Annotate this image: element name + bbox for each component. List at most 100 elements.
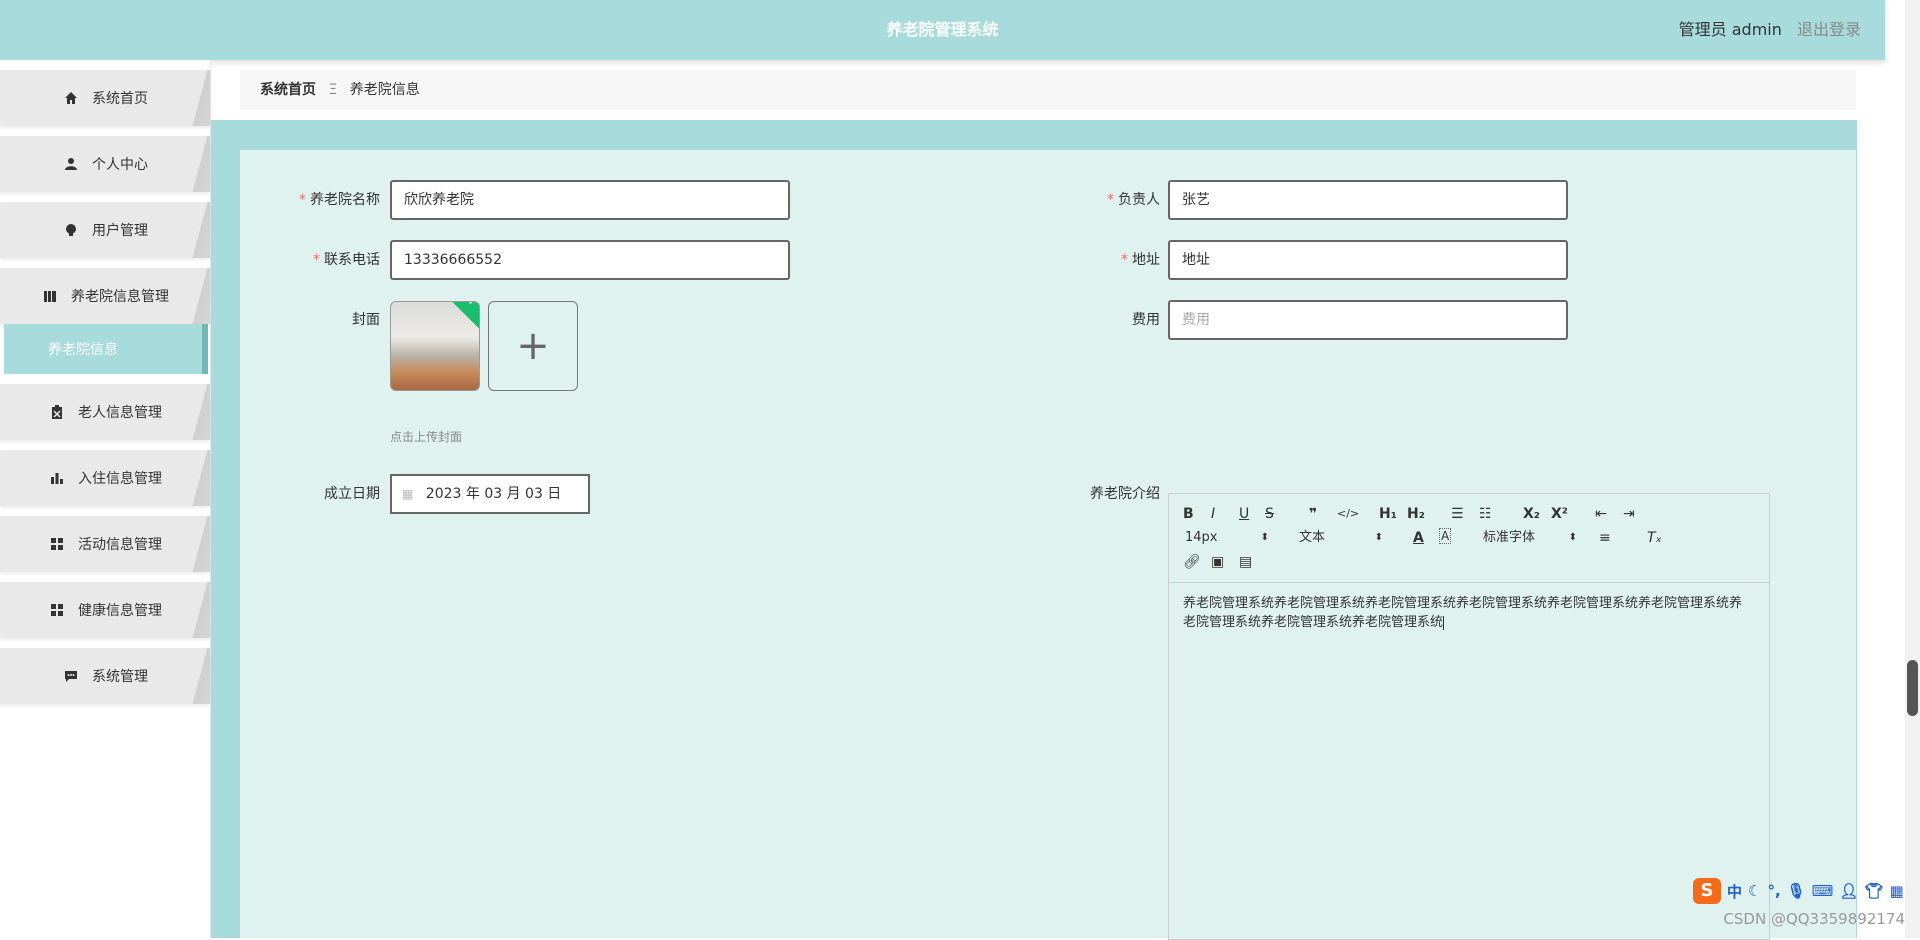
sidebar-item-system[interactable]: 系统管理 <box>0 648 210 704</box>
scrollbar-thumb[interactable] <box>1907 660 1918 716</box>
page-scrollbar[interactable] <box>1905 0 1920 938</box>
breadcrumb-separator: Ξ <box>328 82 338 98</box>
clipboard-icon <box>48 404 66 420</box>
grid-icon <box>48 602 66 618</box>
founded-date-picker[interactable]: ▦ 2023 年 03 月 03 日 <box>390 474 590 514</box>
grid-icon <box>48 536 66 552</box>
underline-button[interactable]: U <box>1239 504 1249 524</box>
breadcrumb-current: 养老院信息 <box>349 82 420 98</box>
sidebar-item-label: 系统管理 <box>92 669 148 685</box>
breadcrumb-home[interactable]: 系统首页 <box>260 82 316 98</box>
blockquote-icon[interactable]: ❞ <box>1309 504 1317 524</box>
bar-chart-icon <box>48 470 66 486</box>
sidebar-item-label: 活动信息管理 <box>78 537 162 553</box>
cover-image-thumbnail[interactable]: ✓ <box>390 301 480 391</box>
select-arrow-icon: ⬍ <box>1374 532 1383 543</box>
breadcrumb: 系统首页 Ξ 养老院信息 <box>260 70 420 110</box>
italic-button[interactable]: I <box>1211 504 1215 524</box>
code-icon[interactable]: </> <box>1337 504 1359 524</box>
bold-button[interactable]: B <box>1183 504 1194 524</box>
skin-icon[interactable]: 👕︎ <box>1864 882 1883 900</box>
phone-input[interactable]: 13336666552 <box>390 240 790 280</box>
message-icon <box>62 668 80 684</box>
select-arrow-icon: ⬍ <box>1568 532 1577 543</box>
check-icon: ✓ <box>467 301 477 309</box>
intro-text: 养老院管理系统养老院管理系统养老院管理系统养老院管理系统养老院管理系统养老院管理… <box>1183 596 1743 630</box>
ime-toolbar: S 中 ☾ °, 🎙︎ ⌨ 👤︎ 👕︎ ▦ <box>1693 878 1904 904</box>
strikethrough-button[interactable]: S <box>1265 504 1274 524</box>
cover-upload-hint: 点击上传封面 <box>390 430 463 444</box>
bulb-icon <box>62 222 80 238</box>
microphone-icon[interactable]: 🎙︎ <box>1787 882 1806 900</box>
phone-label: * 联系电话 <box>313 252 380 268</box>
sidebar-item-label: 养老院信息管理 <box>71 289 169 305</box>
font-family-select[interactable]: 标准字体 ⬍ <box>1483 528 1577 548</box>
bullet-list-icon[interactable]: ☷ <box>1479 504 1492 524</box>
sogou-logo-icon[interactable]: S <box>1693 878 1721 904</box>
manager-label: * 负责人 <box>1107 192 1160 208</box>
manager-input[interactable]: 张艺 <box>1168 180 1568 220</box>
punctuation-icon[interactable]: °, <box>1767 882 1780 900</box>
ime-language[interactable]: 中 <box>1727 881 1742 902</box>
sidebar-item-health[interactable]: 健康信息管理 <box>0 582 210 638</box>
subscript-button[interactable]: X₂ <box>1523 504 1540 524</box>
fee-input[interactable]: 费用 <box>1168 300 1568 340</box>
apps-grid-icon[interactable]: ▦ <box>1889 882 1903 900</box>
plus-icon: + <box>516 323 550 369</box>
cover-upload-button[interactable]: + <box>488 301 578 391</box>
editor-content[interactable]: 养老院管理系统养老院管理系统养老院管理系统养老院管理系统养老院管理系统养老院管理… <box>1183 594 1753 632</box>
block-type-select[interactable]: 文本 ⬍ <box>1299 528 1383 548</box>
ordered-list-icon[interactable]: ☰ <box>1451 504 1464 524</box>
clear-format-icon[interactable]: Tₓ <box>1647 528 1662 548</box>
name-input[interactable]: 欣欣养老院 <box>390 180 790 220</box>
sidebar-item-label: 个人中心 <box>92 157 148 173</box>
sidebar-item-checkin[interactable]: 入住信息管理 <box>0 450 210 506</box>
submenu-item-label: 养老院信息 <box>48 342 118 358</box>
sidebar-item-label: 用户管理 <box>92 223 148 239</box>
indent-icon[interactable]: ⇥ <box>1623 504 1635 524</box>
sidebar-item-users[interactable]: 用户管理 <box>0 202 210 258</box>
align-icon[interactable]: ≡ <box>1599 528 1611 548</box>
background-color-icon[interactable]: A <box>1439 528 1452 544</box>
font-size-select[interactable]: 14px ⬍ <box>1185 528 1269 548</box>
top-header: 养老院管理系统 管理员 admin 退出登录 <box>0 0 1885 60</box>
font-color-icon[interactable]: A <box>1413 528 1424 548</box>
calendar-icon: ▦ <box>402 487 414 501</box>
user-profile-icon[interactable]: 👤︎ <box>1839 882 1858 900</box>
founded-date-value: 2023 年 03 月 03 日 <box>425 486 562 502</box>
logout-link[interactable]: 退出登录 <box>1797 20 1861 39</box>
moon-icon[interactable]: ☾ <box>1748 882 1761 900</box>
fee-label: 费用 <box>1132 312 1160 328</box>
select-arrow-icon: ⬍ <box>1260 532 1269 543</box>
sidebar-item-label: 系统首页 <box>92 91 148 107</box>
sidebar-item-activity[interactable]: 活动信息管理 <box>0 516 210 572</box>
sidebar-item-home[interactable]: 系统首页 <box>0 70 210 126</box>
current-user: 管理员 admin <box>1678 20 1782 39</box>
editor-toolbar: B I U S ❞ </> H₁ H₂ ☰ ☷ X₂ X² ⇤ ⇥ 14px ⬍ … <box>1169 494 1769 583</box>
keyboard-icon[interactable]: ⌨ <box>1812 882 1834 900</box>
upload-success-badge: ✓ <box>449 301 479 331</box>
superscript-button[interactable]: X² <box>1551 504 1568 524</box>
rich-text-editor: B I U S ❞ </> H₁ H₂ ☰ ☷ X₂ X² ⇤ ⇥ 14px ⬍ … <box>1168 493 1770 940</box>
app-title: 养老院管理系统 <box>886 20 999 39</box>
intro-label: 养老院介绍 <box>1090 486 1160 502</box>
sidebar: 系统首页 个人中心 用户管理 养老院信息管理 养老院信息 老人信息管理 入住信息… <box>0 60 211 938</box>
home-icon <box>62 90 80 106</box>
address-input[interactable]: 地址 <box>1168 240 1568 280</box>
breadcrumb-bar: 系统首页 Ξ 养老院信息 <box>240 70 1856 110</box>
sidebar-item-nursing-home[interactable]: 养老院信息管理 <box>0 268 210 324</box>
submenu-item-nursing-home-info[interactable]: 养老院信息 <box>4 324 208 374</box>
image-icon[interactable]: ▣ <box>1211 552 1224 572</box>
link-icon[interactable]: 🔗︎ <box>1183 552 1201 572</box>
founded-date-label: 成立日期 <box>324 486 380 502</box>
sidebar-item-label: 老人信息管理 <box>78 405 162 421</box>
heading1-button[interactable]: H₁ <box>1379 504 1397 524</box>
sidebar-item-label: 入住信息管理 <box>78 471 162 487</box>
sidebar-item-elderly[interactable]: 老人信息管理 <box>0 384 210 440</box>
watermark: CSDN @QQ3359892174 <box>1723 910 1905 928</box>
outdent-icon[interactable]: ⇤ <box>1595 504 1607 524</box>
video-icon[interactable]: ▤ <box>1239 552 1252 572</box>
heading2-button[interactable]: H₂ <box>1407 504 1425 524</box>
sidebar-item-profile[interactable]: 个人中心 <box>0 136 210 192</box>
cover-label: 封面 <box>352 312 380 328</box>
